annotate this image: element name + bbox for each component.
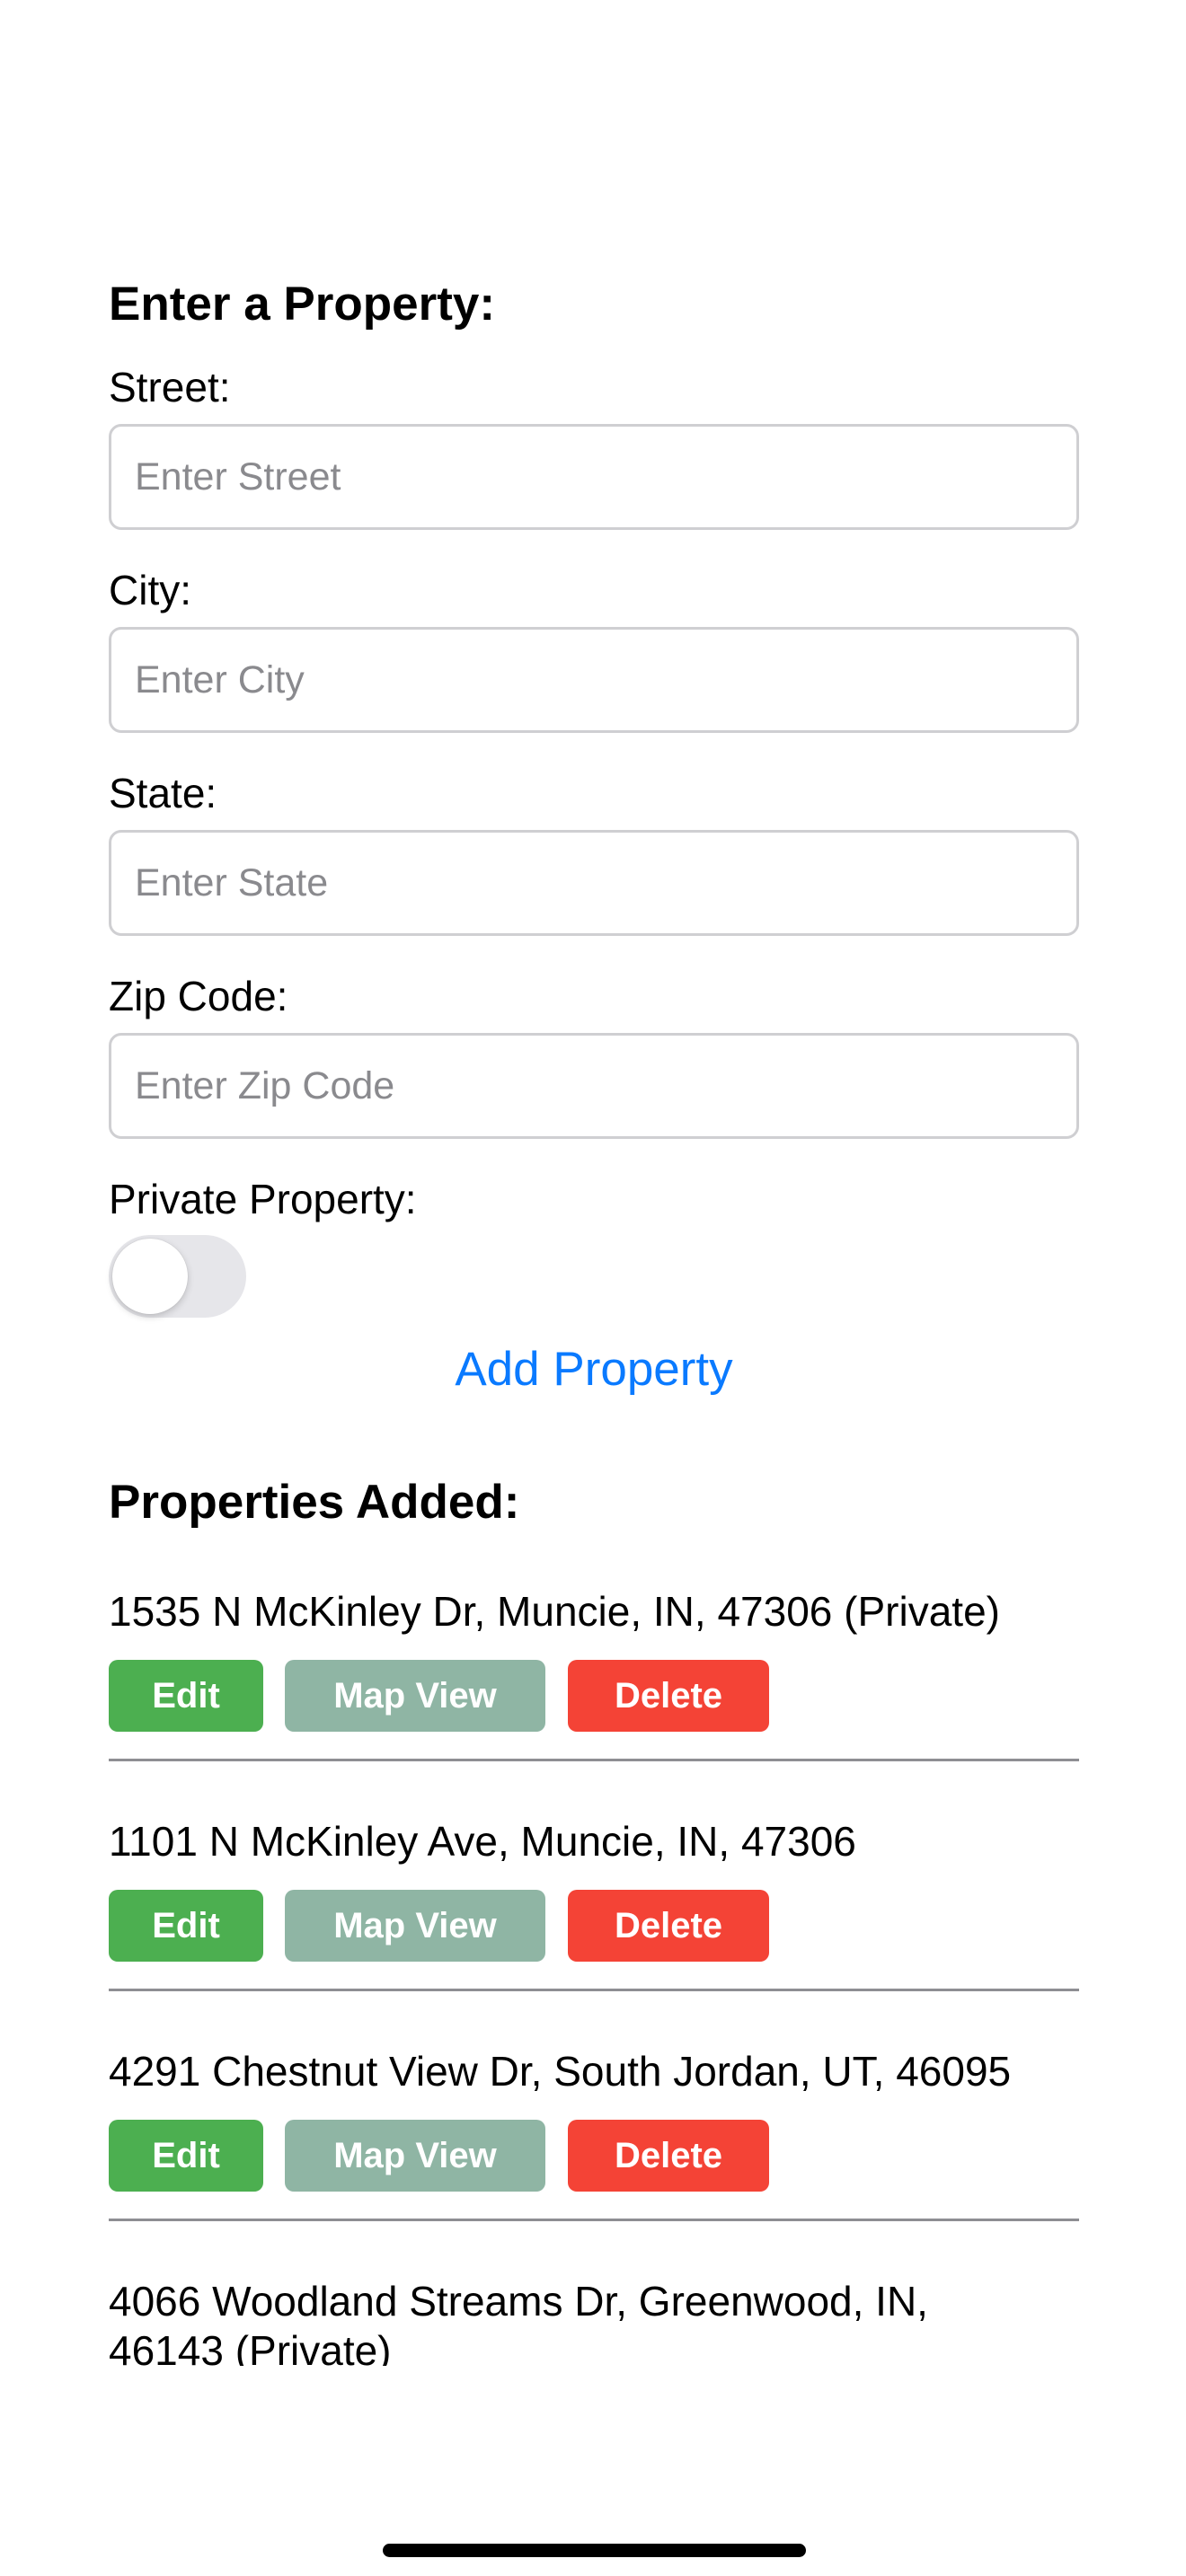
- delete-button[interactable]: Delete: [568, 1890, 769, 1962]
- property-address: 1101 N McKinley Ave, Muncie, IN, 47306: [109, 1818, 856, 1865]
- city-label: City:: [109, 567, 191, 613]
- property-item: 4066 Woodland Streams Dr, Greenwood, IN,…: [109, 2272, 1088, 2366]
- add-property-button[interactable]: Add Property: [109, 1341, 1079, 1398]
- divider: [109, 1759, 1079, 1761]
- state-label: State:: [109, 770, 217, 816]
- state-input[interactable]: [109, 830, 1079, 936]
- edit-button[interactable]: Edit: [109, 1660, 263, 1732]
- street-input[interactable]: [109, 424, 1079, 530]
- map-view-button[interactable]: Map View: [285, 1660, 545, 1732]
- map-view-button[interactable]: Map View: [285, 1890, 545, 1962]
- divider: [109, 2219, 1079, 2221]
- private-property-toggle[interactable]: [109, 1235, 246, 1318]
- divider: [109, 1989, 1079, 1991]
- city-input[interactable]: [109, 627, 1079, 733]
- property-address: 4291 Chestnut View Dr, South Jordan, UT,…: [109, 2048, 1012, 2095]
- edit-button[interactable]: Edit: [109, 1890, 263, 1962]
- map-view-button[interactable]: Map View: [285, 2120, 545, 2192]
- toggle-knob: [112, 1239, 188, 1314]
- properties-title: Properties Added:: [109, 1476, 520, 1529]
- delete-button[interactable]: Delete: [568, 1660, 769, 1732]
- home-indicator[interactable]: [383, 2544, 806, 2557]
- form-title: Enter a Property:: [109, 278, 496, 331]
- zip-code-input[interactable]: [109, 1033, 1079, 1139]
- delete-button[interactable]: Delete: [568, 2120, 769, 2192]
- property-address: 1535 N McKinley Dr, Muncie, IN, 47306 (P…: [109, 1588, 1000, 1635]
- zip-code-label: Zip Code:: [109, 973, 288, 1019]
- property-address-line1: 4066 Woodland Streams Dr, Greenwood, IN,: [109, 2278, 928, 2325]
- property-address-line2: 46143 (Private): [109, 2327, 392, 2366]
- street-label: Street:: [109, 364, 231, 410]
- edit-button[interactable]: Edit: [109, 2120, 263, 2192]
- private-property-label: Private Property:: [109, 1176, 417, 1222]
